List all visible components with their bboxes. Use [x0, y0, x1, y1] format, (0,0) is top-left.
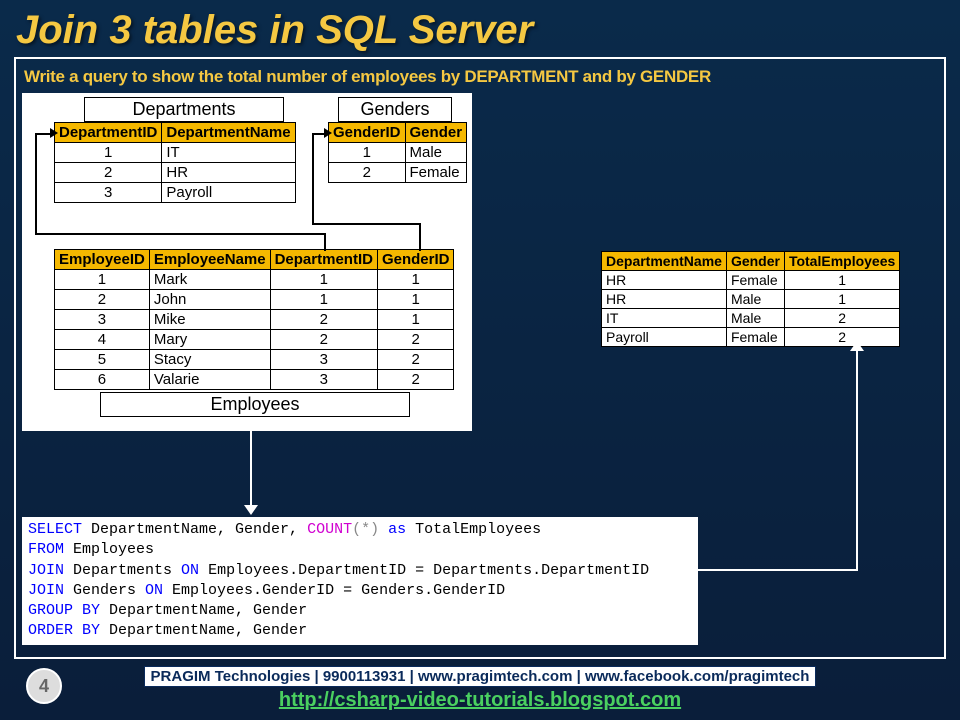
table-row: 2Female — [329, 163, 467, 183]
footer: PRAGIM Technologies | 9900113931 | www.p… — [0, 666, 960, 712]
table-row: HRFemale1 — [602, 271, 900, 290]
arrow-down-icon — [244, 505, 258, 515]
flow-arrow — [698, 569, 858, 571]
col-deptname: DepartmentName — [602, 252, 727, 271]
col-employeeid: EmployeeID — [55, 250, 150, 270]
genders-table: GenderID Gender 1Male 2Female — [328, 122, 467, 183]
subtitle: Write a query to show the total number o… — [22, 65, 938, 93]
relation-line — [324, 233, 326, 251]
relation-line — [35, 133, 37, 233]
table-row: 1Mark11 — [55, 270, 454, 290]
flow-arrow — [856, 349, 858, 571]
schema-diagram: Departments DepartmentID DepartmentName … — [22, 93, 472, 431]
relation-line — [419, 223, 421, 251]
table-row: HRMale1 — [602, 290, 900, 309]
relation-line — [312, 133, 314, 223]
table-row: 3Mike21 — [55, 310, 454, 330]
table-row: 6Valarie32 — [55, 370, 454, 390]
result-table: DepartmentName Gender TotalEmployees HRF… — [601, 251, 900, 347]
flow-arrow — [250, 429, 252, 507]
col-total: TotalEmployees — [784, 252, 899, 271]
table-row: 1IT — [55, 143, 296, 163]
table-row: 2HR — [55, 163, 296, 183]
departments-label: Departments — [84, 97, 284, 122]
col-emp-departmentid: DepartmentID — [270, 250, 377, 270]
relation-line — [312, 223, 420, 225]
page-title: Join 3 tables in SQL Server — [0, 0, 960, 57]
arrow-head-icon — [50, 128, 58, 138]
footer-link[interactable]: http://csharp-video-tutorials.blogspot.c… — [0, 689, 960, 712]
employees-table-box: EmployeeID EmployeeName DepartmentID Gen… — [54, 249, 454, 417]
arrow-up-icon — [850, 341, 864, 351]
employees-label: Employees — [100, 392, 410, 417]
col-genderid: GenderID — [329, 123, 406, 143]
col-emp-genderid: GenderID — [377, 250, 454, 270]
table-row: ITMale2 — [602, 309, 900, 328]
col-employeename: EmployeeName — [149, 250, 270, 270]
arrow-head-icon — [324, 128, 332, 138]
table-row: 1Male — [329, 143, 467, 163]
relation-line — [35, 233, 325, 235]
table-row: 3Payroll — [55, 183, 296, 203]
col-gender: Gender — [726, 252, 784, 271]
departments-table: DepartmentID DepartmentName 1IT 2HR 3Pay… — [54, 122, 296, 203]
sql-query: SELECT DepartmentName, Gender, COUNT(*) … — [22, 517, 698, 645]
footer-info: PRAGIM Technologies | 9900113931 | www.p… — [144, 666, 817, 687]
employees-table: EmployeeID EmployeeName DepartmentID Gen… — [54, 249, 454, 390]
col-gender: Gender — [405, 123, 467, 143]
content-frame: Write a query to show the total number o… — [14, 57, 946, 659]
genders-label: Genders — [338, 97, 452, 122]
table-row: 2John11 — [55, 290, 454, 310]
genders-table-box: Genders GenderID Gender 1Male 2Female — [328, 97, 467, 183]
departments-table-box: Departments DepartmentID DepartmentName … — [54, 97, 296, 203]
table-row: 5Stacy32 — [55, 350, 454, 370]
table-row: 4Mary22 — [55, 330, 454, 350]
col-departmentname: DepartmentName — [162, 123, 295, 143]
col-departmentid: DepartmentID — [55, 123, 162, 143]
